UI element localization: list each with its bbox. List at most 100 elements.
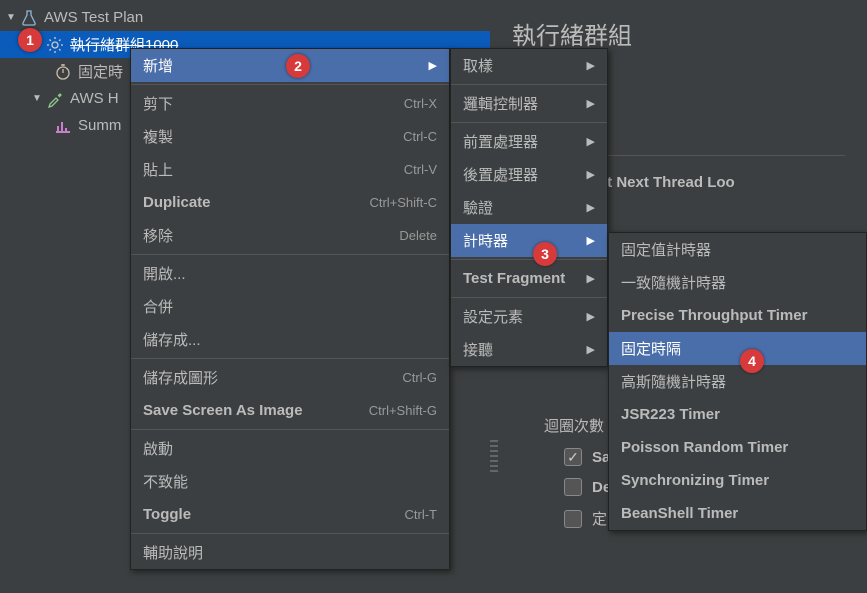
- submenu-arrow-icon: ▶: [587, 234, 595, 247]
- menu-separator: [131, 254, 449, 255]
- menu-item[interactable]: Test Fragment▶: [451, 262, 607, 295]
- menu-item[interactable]: 儲存成圖形Ctrl-G: [131, 361, 449, 394]
- menu-item-label: Toggle: [143, 506, 191, 523]
- menu-item[interactable]: 設定元素 ▶: [451, 300, 607, 333]
- context-menu: 新增▶剪下Ctrl-X複製Ctrl-C貼上Ctrl-VDuplicateCtrl…: [130, 48, 450, 570]
- menu-item[interactable]: JSR223 Timer: [609, 398, 866, 431]
- menu-item-label: 高斯隨機計時器: [621, 371, 726, 392]
- menu-item-label: 開啟...: [143, 263, 186, 284]
- splitter-grip[interactable]: [490, 440, 498, 474]
- menu-item[interactable]: 啟動: [131, 432, 449, 465]
- menu-item-label: 接聽: [463, 339, 493, 360]
- menu-item[interactable]: DuplicateCtrl+Shift-C: [131, 186, 449, 219]
- menu-item[interactable]: 剪下 Ctrl-X: [131, 87, 449, 120]
- menu-item-label: 儲存成圖形: [143, 367, 218, 388]
- menu-item[interactable]: 開啟...: [131, 257, 449, 290]
- menu-item-label: 一致隨機計時器: [621, 272, 726, 293]
- chart-icon: [54, 117, 72, 135]
- menu-item-label: Test Fragment: [463, 270, 565, 287]
- menu-separator: [451, 122, 607, 123]
- menu-item[interactable]: 固定值計時器: [609, 233, 866, 266]
- menu-item-label: 新增: [143, 55, 173, 76]
- menu-separator: [451, 297, 607, 298]
- submenu-add: 取樣▶邏輯控制器▶前置處理器▶後置處理器▶驗證▶計時器▶Test Fragmen…: [450, 48, 608, 367]
- menu-item-label: 取樣: [463, 55, 493, 76]
- menu-item-label: Precise Throughput Timer: [621, 307, 807, 324]
- menu-item[interactable]: BeanShell Timer: [609, 497, 866, 530]
- gear-icon: [46, 36, 64, 54]
- timer-icon: [54, 63, 72, 81]
- menu-item-label: 移除: [143, 225, 173, 246]
- expand-toggle-icon[interactable]: ▼: [30, 92, 44, 106]
- tree-item-label: Summ: [78, 117, 121, 134]
- submenu-arrow-icon: ▶: [587, 310, 595, 323]
- menu-item[interactable]: 輔助說明: [131, 536, 449, 569]
- menu-item[interactable]: 貼上Ctrl-V: [131, 153, 449, 186]
- menu-item[interactable]: 高斯隨機計時器: [609, 365, 866, 398]
- menu-item-label: 固定時隔: [621, 338, 681, 359]
- menu-separator: [131, 429, 449, 430]
- dropper-icon: [46, 90, 64, 108]
- menu-separator: [451, 84, 607, 85]
- menu-item-label: 不致能: [143, 471, 188, 492]
- page-title: 執行緒群組: [512, 16, 845, 51]
- menu-item-label: 前置處理器: [463, 131, 538, 152]
- submenu-arrow-icon: ▶: [587, 59, 595, 72]
- submenu-arrow-icon: ▶: [587, 97, 595, 110]
- tree-item-label: AWS H: [70, 90, 119, 107]
- menu-item-label: Synchronizing Timer: [621, 472, 769, 489]
- submenu-arrow-icon: ▶: [429, 59, 437, 72]
- menu-item-label: 複製: [143, 126, 173, 147]
- menu-item[interactable]: 邏輯控制器 ▶: [451, 87, 607, 120]
- menu-item[interactable]: 接聽▶: [451, 333, 607, 366]
- menu-item-label: 啟動: [143, 438, 173, 459]
- menu-shortcut: Ctrl-X: [404, 96, 437, 111]
- menu-item[interactable]: 移除Delete: [131, 219, 449, 252]
- submenu-arrow-icon: ▶: [587, 201, 595, 214]
- menu-item[interactable]: 取樣 ▶: [451, 49, 607, 82]
- menu-item[interactable]: Precise Throughput Timer: [609, 299, 866, 332]
- menu-separator: [451, 259, 607, 260]
- checkbox-icon[interactable]: [564, 478, 582, 496]
- checkbox-icon[interactable]: ✓: [564, 448, 582, 466]
- menu-item-label: 後置處理器: [463, 164, 538, 185]
- menu-item[interactable]: Toggle Ctrl-T: [131, 498, 449, 531]
- menu-item[interactable]: 前置處理器▶: [451, 125, 607, 158]
- menu-item[interactable]: 後置處理器 ▶: [451, 158, 607, 191]
- menu-shortcut: Ctrl+Shift-G: [369, 403, 437, 418]
- menu-item[interactable]: Poisson Random Timer: [609, 431, 866, 464]
- callout-badge: 2: [286, 54, 310, 78]
- menu-item-label: Save Screen As Image: [143, 402, 303, 419]
- menu-item[interactable]: 不致能: [131, 465, 449, 498]
- menu-item[interactable]: 複製Ctrl-C: [131, 120, 449, 153]
- menu-item-label: 驗證: [463, 197, 493, 218]
- menu-separator: [131, 358, 449, 359]
- menu-item-label: 邏輯控制器: [463, 93, 538, 114]
- expand-toggle-icon[interactable]: ▼: [4, 11, 18, 25]
- menu-separator: [131, 533, 449, 534]
- menu-item-label: 合併: [143, 296, 173, 317]
- menu-item[interactable]: Synchronizing Timer: [609, 464, 866, 497]
- menu-item[interactable]: Save Screen As Image Ctrl+Shift-G: [131, 394, 449, 427]
- menu-item-label: 設定元素: [463, 306, 523, 327]
- menu-item[interactable]: 驗證 ▶: [451, 191, 607, 224]
- menu-item[interactable]: 固定時隔: [609, 332, 866, 365]
- menu-item[interactable]: 儲存成...: [131, 323, 449, 356]
- checkbox-icon[interactable]: [564, 510, 582, 528]
- menu-item-label: Duplicate: [143, 194, 211, 211]
- menu-item-label: JSR223 Timer: [621, 406, 720, 423]
- callout-badge: 3: [533, 242, 557, 266]
- menu-shortcut: Ctrl-T: [405, 507, 438, 522]
- callout-badge: 1: [18, 28, 42, 52]
- tree-root-label: AWS Test Plan: [44, 9, 143, 26]
- menu-item-label: 貼上: [143, 159, 173, 180]
- menu-item[interactable]: 計時器▶: [451, 224, 607, 257]
- callout-badge: 4: [740, 349, 764, 373]
- menu-item[interactable]: 一致隨機計時器: [609, 266, 866, 299]
- tree-root[interactable]: ▼ AWS Test Plan: [0, 4, 490, 31]
- menu-item[interactable]: 合併: [131, 290, 449, 323]
- submenu-timer: 固定值計時器一致隨機計時器 Precise Throughput Timer 固定時…: [608, 232, 867, 531]
- menu-item-label: 剪下: [143, 93, 173, 114]
- submenu-arrow-icon: ▶: [587, 168, 595, 181]
- menu-item-label: 輔助說明: [143, 542, 203, 563]
